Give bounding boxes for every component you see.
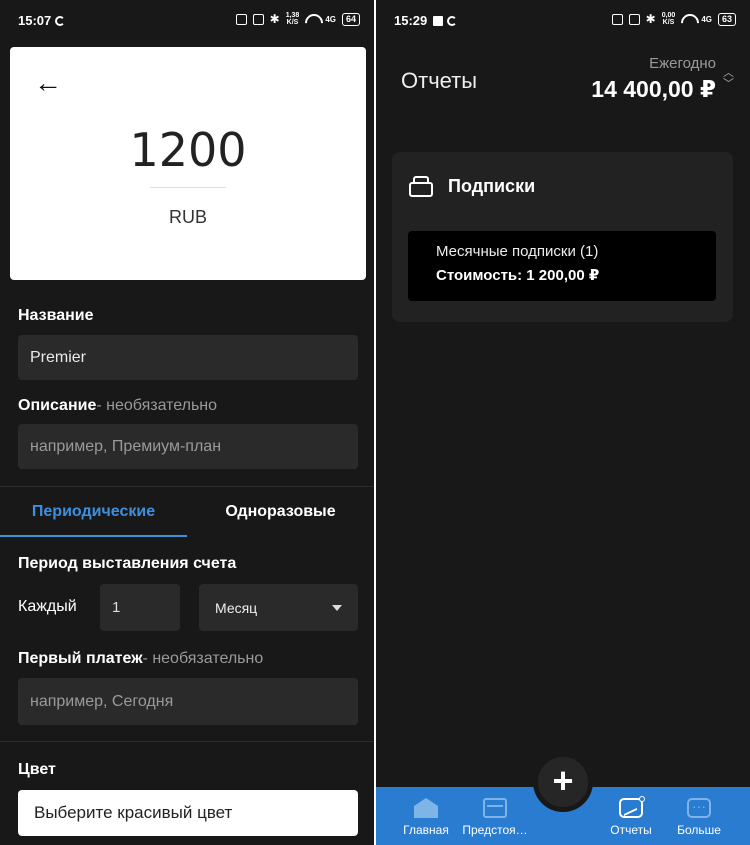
battery-icon: 63 <box>717 12 736 26</box>
left-screen: 15:07 ✱ 1,38 K/S 4G 64 ← 1200 RUB Названи… <box>0 0 374 845</box>
status-bar: 15:07 ✱ 1,38 K/S 4G 64 <box>0 0 374 40</box>
nav-home[interactable]: Главная <box>389 787 463 845</box>
nav-more-label: Больше <box>677 823 721 837</box>
bluetooth-icon: ✱ <box>269 11 280 26</box>
vibrate-icon <box>611 13 623 25</box>
description-label: Описание- необязательно <box>18 397 218 414</box>
amount-card[interactable]: ← 1200 RUB <box>10 47 366 280</box>
signal-icon: 4G <box>701 14 712 24</box>
nav-upcoming-label: Предстоя… <box>462 823 528 837</box>
back-arrow-icon[interactable]: ← <box>34 69 62 97</box>
status-time: 15:07 <box>18 13 66 28</box>
sync-icon <box>55 16 66 26</box>
currency-label[interactable]: RUB <box>10 207 366 228</box>
nav-more[interactable]: Больше <box>662 787 736 845</box>
tab-recurring[interactable]: Периодические <box>0 487 187 537</box>
nav-home-label: Главная <box>403 823 449 837</box>
color-label: Цвет <box>18 761 56 778</box>
bluetooth-icon: ✱ <box>645 11 656 26</box>
nav-upcoming[interactable]: Предстоя… <box>458 787 532 845</box>
right-screen: 15:29 ✱ 0,00 K/S 4G 63 Отчеты Ежегодно 14… <box>376 0 750 845</box>
billing-period-label: Период выставления счета <box>18 555 237 572</box>
add-button[interactable]: + <box>534 753 592 811</box>
period-unit-value: Месяц <box>215 599 258 616</box>
period-count-field[interactable]: 1 <box>100 584 180 631</box>
status-bar: 15:29 ✱ 0,00 K/S 4G 63 <box>376 0 750 40</box>
home-icon <box>414 798 438 818</box>
nav-reports[interactable]: Отчеты <box>594 787 668 845</box>
nfc-icon <box>252 13 264 25</box>
subscriptions-card: Подписки Месячные подписки (1) Стоимость… <box>392 152 733 322</box>
plus-icon: + <box>552 759 574 801</box>
status-icons: ✱ 0,00 K/S 4G 63 <box>611 11 736 26</box>
chart-icon <box>619 796 645 818</box>
period-selector-label[interactable]: Ежегодно <box>649 55 716 72</box>
status-time: 15:29 <box>394 13 458 28</box>
name-label: Название <box>18 307 94 324</box>
network-speed: 0,00 K/S <box>661 12 676 26</box>
page-title: Отчеты <box>401 68 478 93</box>
card-icon <box>483 798 507 818</box>
network-speed: 1,38 K/S <box>285 12 300 26</box>
subscriptions-stack-icon <box>409 176 433 198</box>
wifi-icon <box>681 14 695 24</box>
subscription-summary-item[interactable]: Месячные подписки (1) Стоимость: 1 200,0… <box>408 231 716 301</box>
battery-icon: 64 <box>341 12 360 26</box>
period-toggle-icon[interactable]: ︿ ﹀ <box>723 68 734 90</box>
tab-one-time[interactable]: Одноразовые <box>187 487 374 537</box>
status-icons: ✱ 1,38 K/S 4G 64 <box>235 11 360 26</box>
first-payment-field[interactable]: например, Сегодня <box>18 678 358 725</box>
divider <box>0 741 374 742</box>
sync-icon <box>447 16 458 26</box>
signal-icon: 4G <box>325 14 336 24</box>
more-icon <box>687 798 711 818</box>
subscriptions-title: Подписки <box>448 176 536 196</box>
period-unit-select[interactable]: Месяц <box>199 584 358 631</box>
total-amount: 14 400,00 ₽ <box>591 76 716 102</box>
nfc-icon <box>628 13 640 25</box>
subscription-cost: Стоимость: 1 200,00 ₽ <box>436 267 600 284</box>
every-label: Каждый <box>18 598 77 615</box>
tab-bar: Периодические Одноразовые <box>0 487 374 537</box>
choose-color-button[interactable]: Выберите красивый цвет <box>18 790 358 836</box>
amount-underline <box>150 187 226 188</box>
wifi-icon <box>305 14 319 24</box>
subscription-count: Месячные подписки (1) <box>436 243 599 260</box>
name-field[interactable]: Premier <box>18 335 358 380</box>
vibrate-icon <box>235 13 247 25</box>
dropdown-caret-icon <box>332 604 342 611</box>
description-field[interactable]: например, Премиум-план <box>18 424 358 469</box>
amount-value[interactable]: 1200 <box>10 123 366 177</box>
notification-icon <box>433 16 444 26</box>
nav-reports-label: Отчеты <box>610 823 652 837</box>
first-payment-label: Первый платеж- необязательно <box>18 650 264 667</box>
